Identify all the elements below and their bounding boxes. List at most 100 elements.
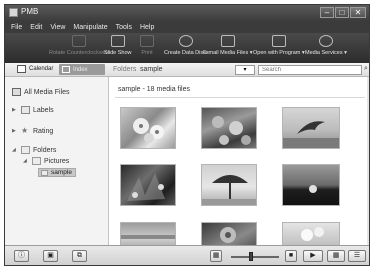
sidebar-item-label: sample [51,169,72,176]
sidebar-item-pictures[interactable]: ◢ Pictures [23,157,69,165]
folder-icon [41,169,48,176]
camera-icon: ▶ [310,252,316,259]
sidebar-item-folders[interactable]: ◢ Folders [12,146,56,154]
index-icon [62,66,70,73]
small-thumbnails-button[interactable]: ▦ [210,250,222,262]
thumbnail-coastal-plants[interactable] [120,164,176,206]
info-button[interactable]: ⓘ [14,250,29,262]
print-button[interactable]: Print [140,35,154,56]
zoom-slider-track[interactable] [231,256,279,258]
media-services-button[interactable]: Media Services ▾ [305,35,347,56]
expand-arrow-icon[interactable]: ▶ [12,107,18,113]
thumbnail-beach-umbrella[interactable] [201,164,257,206]
title-bar[interactable]: PMB – □ ✕ [5,5,369,21]
globe-icon [318,35,333,47]
sidebar-item-rating[interactable]: ▶ ★ Rating [12,127,53,135]
map-view-button[interactable]: ⧉ [72,250,87,262]
folders-breadcrumb-label: Folders [113,66,137,73]
list-icon: ☰ [353,252,361,259]
pmb-window: PMB – □ ✕ File Edit View Manipulate Tool… [4,4,370,266]
envelope-icon [220,35,235,47]
folder-icon [32,157,41,165]
large-thumbnails-button[interactable]: ■ [285,250,297,262]
coast-image [121,235,175,239]
beach-umbrella-image [202,175,256,205]
thumbnail-red-flower[interactable] [201,222,257,245]
collapse-arrow-icon[interactable]: ◢ [23,158,29,164]
sidebar-item-labels[interactable]: ▶ Labels [12,106,54,114]
search-input[interactable] [258,65,362,75]
create-disc-label: Create Data Discs [164,50,209,56]
flowers-image [133,118,164,143]
camera-import-button[interactable]: ▶ [303,250,323,262]
minimize-button[interactable]: – [320,7,334,18]
sort-dropdown[interactable]: ▾ [235,65,255,75]
vertical-scrollbar[interactable] [367,77,369,245]
sidebar-item-label: Pictures [44,157,70,165]
grid-view-button[interactable]: ▦ [327,250,345,262]
large-grid-icon: ■ [288,252,294,259]
open-program-icon [271,35,286,47]
zoom-slider-thumb[interactable] [249,252,253,261]
star-icon: ★ [21,126,29,135]
label-icon [21,106,30,114]
thumbnail-coast[interactable] [120,222,176,245]
collapse-arrow-icon[interactable]: ◢ [12,147,18,153]
coastal-plants-image [127,173,165,201]
sidebar-item-label: Labels [33,106,54,114]
print-label: Print [141,50,153,56]
small-grid-icon: ▦ [212,252,220,259]
sidebar-item-all-media[interactable]: All Media Files [12,88,70,96]
thumbnail-sunset[interactable] [282,164,340,206]
window-title: PMB [21,7,39,16]
open-with-button[interactable]: Open with Program ▾ [253,35,305,56]
rotate-label: Rotate Counterclockwise [49,50,110,56]
media-files-icon [12,88,21,96]
sidebar-item-sample[interactable]: sample [38,168,76,177]
thumbnail-red-flowers[interactable] [201,107,257,149]
info-icon: ⓘ [18,252,25,259]
red-flower-image [220,227,236,243]
photo-view-button[interactable]: ▣ [43,250,58,262]
thumbnail-dolphin[interactable] [282,107,340,149]
menu-file[interactable]: File [11,24,22,31]
calendar-icon [17,65,26,73]
printer-icon [140,35,154,47]
slideshow-button[interactable]: Slide Show [104,35,132,56]
folder-icon [21,146,30,154]
sidebar: All Media Files ▶ Labels ▶ ★ Rating ◢ Fo… [5,77,109,245]
menu-help[interactable]: Help [140,24,154,31]
status-bar: ⓘ ▣ ⧉ ▦ ■ ▶ ▦ ☰ [5,245,369,265]
menu-tools[interactable]: Tools [116,24,132,31]
slideshow-label: Slide Show [104,50,132,56]
open-with-label: Open with Program ▾ [253,50,305,56]
sidebar-item-label: Folders [33,146,57,154]
email-button[interactable]: E-mail Media Files ▾ [203,35,253,56]
map-icon: ⧉ [77,252,82,259]
list-view-button[interactable]: ☰ [348,250,366,262]
sidebar-item-label: All Media Files [24,88,70,96]
sunset-image [309,185,317,193]
close-button[interactable]: ✕ [350,7,366,18]
slideshow-icon [110,35,125,47]
menu-edit[interactable]: Edit [30,24,42,31]
dolphin-image [283,121,339,148]
toolbar: Rotate Counterclockwise Slide Show Print… [5,33,369,63]
menu-bar: File Edit View Manipulate Tools Help [5,21,369,33]
create-disc-button[interactable]: Create Data Discs [164,35,209,56]
app-icon [9,8,18,17]
thumbnail-flowers[interactable] [120,107,176,149]
menu-view[interactable]: View [50,24,65,31]
grid-icon: ▦ [332,252,340,259]
maximize-button[interactable]: □ [335,7,349,18]
menu-manipulate[interactable]: Manipulate [73,24,107,31]
header-divider [115,97,365,98]
breadcrumb-path[interactable]: sample [140,66,163,73]
index-view-button[interactable]: Index [59,64,105,75]
expand-arrow-icon[interactable]: ▶ [12,128,18,134]
search-icon[interactable]: ⌕ [364,65,368,73]
calendar-view-button[interactable]: Calendar [17,65,53,73]
thumbnail-white-flowers[interactable] [282,222,340,245]
media-services-label: Media Services ▾ [305,50,347,56]
rotate-button[interactable]: Rotate Counterclockwise [49,35,110,56]
